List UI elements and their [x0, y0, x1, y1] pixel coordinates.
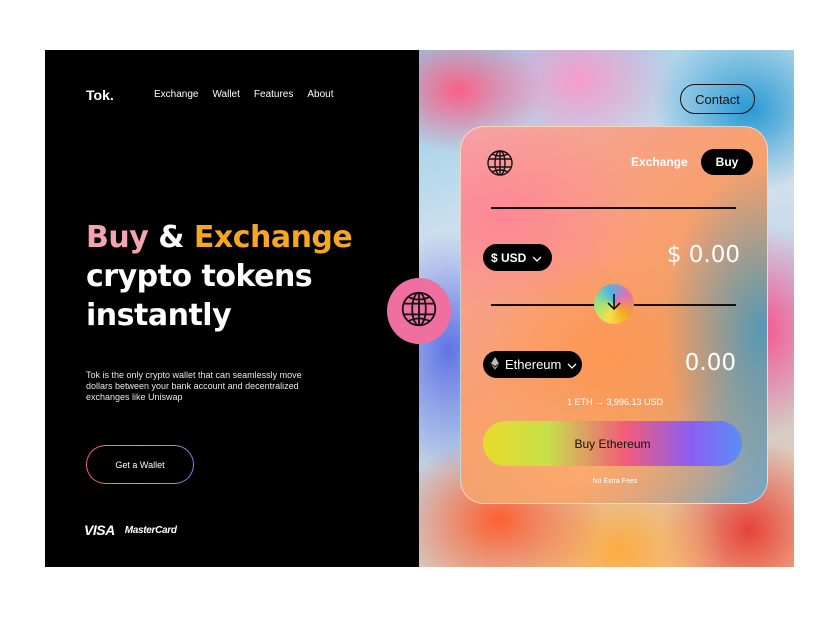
to-currency-select[interactable]: Ethereum: [483, 351, 582, 378]
to-amount: 0.00: [684, 350, 736, 376]
from-currency-label: $ USD: [491, 250, 527, 265]
nav-about[interactable]: About: [307, 89, 333, 100]
hero-title: Buy & Exchange crypto tokens instantly: [86, 218, 353, 335]
title-word-buy: Buy: [86, 220, 149, 255]
landing-frame: Tok. Exchange Wallet Features About Buy …: [45, 50, 794, 567]
hero-description: Tok is the only crypto wallet that can s…: [86, 370, 302, 402]
title-word-exchange: Exchange: [193, 220, 353, 255]
from-amount[interactable]: $ 0.00: [667, 242, 740, 268]
tab-exchange[interactable]: Exchange: [631, 155, 688, 169]
chevron-down-icon: [532, 251, 542, 265]
tab-buy[interactable]: Buy: [701, 149, 753, 175]
chevron-down-icon: [567, 357, 577, 372]
main-nav: Exchange Wallet Features About: [154, 89, 334, 100]
globe-badge: [387, 278, 451, 344]
ethereum-icon: [491, 356, 499, 373]
fees-note: No Extra Fees: [592, 478, 638, 485]
nav-exchange[interactable]: Exchange: [154, 89, 198, 100]
buy-ethereum-button[interactable]: Buy Ethereum: [483, 421, 742, 466]
title-line-3: instantly: [86, 298, 232, 333]
hero-panel: Tok. Exchange Wallet Features About Buy …: [45, 50, 419, 567]
divider: [491, 207, 736, 209]
exchange-widget: Exchange Buy $ USD $ 0.00 Ethereum 0.00 …: [460, 126, 768, 504]
to-currency-label: Ethereum: [505, 357, 562, 372]
title-line-2: crypto tokens: [86, 259, 313, 294]
logo[interactable]: Tok.: [86, 87, 114, 103]
nav-wallet[interactable]: Wallet: [212, 89, 239, 100]
payment-brands: VISA MasterCard: [84, 522, 177, 538]
globe-icon: [400, 290, 438, 333]
exchange-rate: 1 ETH → 3,996.13 USD: [566, 397, 664, 407]
from-currency-select[interactable]: $ USD: [483, 244, 552, 271]
contact-button[interactable]: Contact: [680, 84, 755, 114]
art-panel: Contact Exchange Buy $ USD $ 0.00 Ethere…: [419, 50, 794, 567]
visa-logo: VISA: [84, 522, 115, 538]
arrow-down-icon: [606, 293, 622, 316]
nav-features[interactable]: Features: [254, 89, 293, 100]
mastercard-logo: MasterCard: [124, 524, 177, 536]
title-ampersand: &: [148, 220, 194, 255]
get-wallet-button[interactable]: Get a Wallet: [86, 445, 194, 484]
swap-button[interactable]: [594, 284, 634, 324]
globe-icon: [486, 149, 514, 182]
